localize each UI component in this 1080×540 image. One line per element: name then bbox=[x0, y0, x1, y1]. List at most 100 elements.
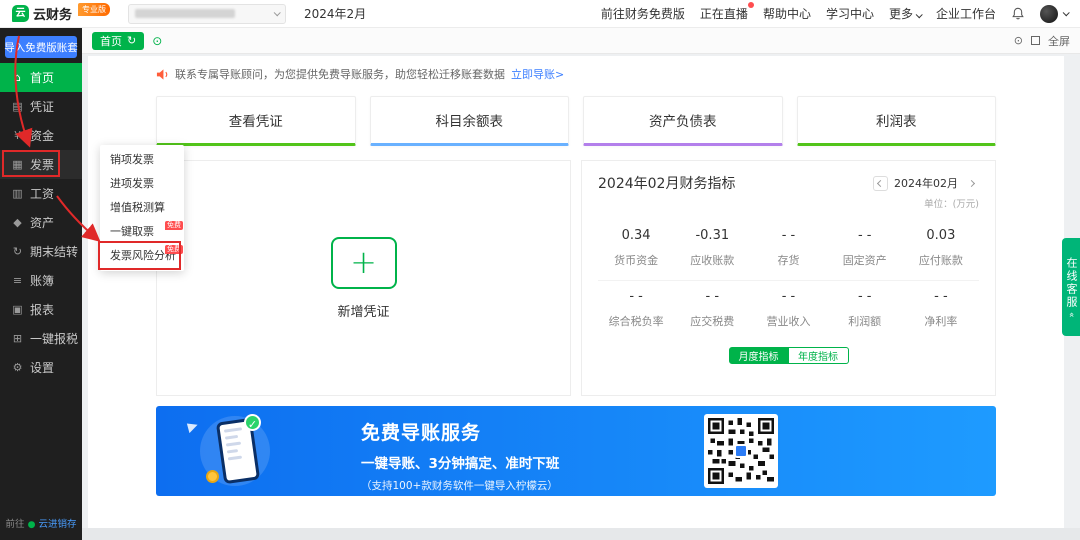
main-content: 联系专属导账顾问，为您提供免费导账服务，助您轻松迁移账套数据 立即导账> 查看凭… bbox=[88, 56, 1064, 528]
logo-text: 云财务 bbox=[33, 8, 73, 23]
metric-label: 综合税负率 bbox=[608, 315, 664, 328]
sidebar-item-tax-filing[interactable]: ⊞ 一键报税 bbox=[0, 324, 82, 353]
metric-label: 应收账款 bbox=[690, 254, 735, 267]
tab-home[interactable]: 首页 ↻ bbox=[92, 31, 145, 50]
fullscreen-icon[interactable] bbox=[1031, 36, 1040, 45]
nav-live[interactable]: 正在直播 bbox=[700, 2, 754, 22]
fullscreen-label[interactable]: 全屏 bbox=[1048, 33, 1070, 49]
assets-icon: ◆ bbox=[13, 216, 22, 229]
notice-bar: 联系专属导账顾问，为您提供免费导账服务，助您轻松迁移账套数据 立即导账> bbox=[156, 66, 996, 82]
edition-badge: 专业版 bbox=[78, 3, 111, 16]
menu-item-vat-calc[interactable]: 增值税测算 bbox=[100, 196, 184, 220]
card-trial-balance[interactable]: 科目余额表 bbox=[369, 96, 569, 146]
sidebar-item-assets[interactable]: ◆ 资产 bbox=[0, 208, 82, 237]
chevron-down-icon bbox=[1062, 9, 1070, 17]
quick-cards: 查看凭证 科目余额表 资产负债表 利润表 bbox=[156, 96, 996, 146]
sidebar-item-ledger[interactable]: ≡ 账簿 bbox=[0, 266, 82, 295]
check-icon: ✓ bbox=[244, 414, 261, 431]
refresh-icon[interactable]: ↻ bbox=[127, 34, 136, 47]
metric-value: 0.03 bbox=[926, 228, 956, 243]
sidebar: 导入免费版账套 ⌂ 首页 ▤ 凭证 ¥ 资金 ▦ 发票 ▥ 工资 ◆ 资产 ↻ … bbox=[0, 28, 82, 540]
toggle-monthly[interactable]: 月度指标 bbox=[728, 347, 789, 364]
sidebar-item-invoice[interactable]: ▦ 发票 bbox=[0, 150, 82, 179]
sidebar-item-label: 资产 bbox=[30, 216, 55, 230]
company-select[interactable] bbox=[128, 3, 287, 24]
metrics-row-2: - - 综合税负率 - - 应交税费 - - 营业收入 - - 利润额 - - 净利率 bbox=[598, 280, 979, 339]
period-label[interactable]: 2024年2月 bbox=[304, 5, 366, 22]
sidebar-item-reports[interactable]: ▣ 报表 bbox=[0, 295, 82, 324]
metrics-toggle: 月度指标 年度指标 bbox=[598, 347, 979, 364]
ledger-icon: ≡ bbox=[12, 274, 23, 287]
card-balance-sheet[interactable]: 资产负债表 bbox=[583, 96, 783, 146]
add-voucher-button[interactable]: + bbox=[330, 236, 397, 289]
metrics-period: 2024年02月 bbox=[894, 177, 958, 190]
chevron-down-icon bbox=[915, 11, 923, 19]
toggle-yearly[interactable]: 年度指标 bbox=[788, 347, 849, 364]
sidebar-item-settings[interactable]: ⚙ 设置 bbox=[0, 353, 82, 382]
card-view-vouchers[interactable]: 查看凭证 bbox=[156, 96, 356, 146]
tab-label: 首页 bbox=[100, 34, 122, 48]
avatar[interactable] bbox=[1040, 4, 1058, 23]
target-icon[interactable]: ⊙ bbox=[1014, 34, 1023, 47]
menu-item-invoice-risk-analysis[interactable]: 发票风险分析 免费 bbox=[100, 244, 184, 268]
banner-illustration: ✓ bbox=[182, 412, 312, 490]
sidebar-item-label: 首页 bbox=[30, 71, 55, 85]
nav-help-center[interactable]: 帮助中心 bbox=[763, 5, 811, 22]
logo: 云 云财务 专业版 bbox=[12, 3, 111, 23]
sidebar-item-funds[interactable]: ¥ 资金 bbox=[0, 121, 82, 150]
nav-more[interactable]: 更多 bbox=[889, 5, 923, 22]
metric-label: 营业收入 bbox=[766, 315, 811, 328]
import-free-account-button[interactable]: 导入免费版账套 bbox=[4, 36, 78, 58]
metric-value: - - bbox=[781, 228, 796, 243]
add-voucher-label: 新增凭证 bbox=[337, 304, 390, 320]
invoice-icon: ▦ bbox=[12, 158, 23, 171]
promo-banner[interactable]: ✓ 免费导账服务 一键导账、3分钟搞定、准时下班 （支持100+款财务软件一键导… bbox=[156, 406, 996, 496]
sidebar-item-period-closing[interactable]: ↻ 期末结转 bbox=[0, 237, 82, 266]
funds-icon: ¥ bbox=[14, 129, 21, 142]
metric-value: - - bbox=[781, 289, 796, 304]
sidebar-item-home[interactable]: ⌂ 首页 bbox=[0, 63, 82, 92]
notice-text: 联系专属导账顾问，为您提供免费导账服务，助您轻松迁移账套数据 bbox=[175, 68, 505, 81]
metric-label: 存货 bbox=[777, 254, 800, 267]
banner-subtitle: 一键导账、3分钟搞定、准时下班 bbox=[361, 456, 560, 472]
salary-icon: ▥ bbox=[12, 187, 23, 200]
paper-plane-icon bbox=[186, 420, 200, 434]
metric-label: 利润额 bbox=[848, 315, 882, 328]
reports-icon: ▣ bbox=[12, 303, 23, 316]
financial-metrics-panel: 2024年02月财务指标 2024年02月 单位：(万元) 0.34 货币资金 -… bbox=[581, 160, 996, 396]
tax-icon: ⊞ bbox=[12, 332, 23, 345]
bell-icon[interactable] bbox=[1011, 7, 1025, 21]
sidebar-item-label: 期末结转 bbox=[30, 245, 79, 259]
collapse-icon: « bbox=[1066, 311, 1076, 318]
sidebar-item-label: 资金 bbox=[30, 129, 55, 143]
goto-inventory-link[interactable]: 前往 ● 云进销存 bbox=[0, 516, 82, 530]
prev-month-button[interactable] bbox=[873, 175, 888, 191]
metrics-unit: 单位：(万元) bbox=[924, 199, 979, 210]
sidebar-item-label: 一键报税 bbox=[30, 332, 79, 346]
metric-label: 应交税费 bbox=[690, 315, 735, 328]
menu-item-sales-invoice[interactable]: 销项发票 bbox=[100, 148, 184, 172]
company-name-redacted bbox=[135, 9, 236, 18]
footer-link-label: 云进销存 bbox=[38, 519, 77, 530]
sidebar-item-label: 凭证 bbox=[30, 100, 55, 114]
card-income-statement[interactable]: 利润表 bbox=[796, 96, 996, 146]
user-menu[interactable] bbox=[1040, 4, 1070, 23]
new-voucher-panel: + 新增凭证 bbox=[156, 160, 571, 396]
menu-item-purchase-invoice[interactable]: 进项发票 bbox=[100, 172, 184, 196]
online-service-tab[interactable]: 在线客服 « bbox=[1062, 238, 1080, 336]
sidebar-item-label: 账簿 bbox=[30, 274, 55, 288]
menu-item-one-click-fetch[interactable]: 一键取票 免费 bbox=[100, 220, 184, 244]
next-month-button[interactable] bbox=[964, 176, 979, 191]
metric-value: - - bbox=[629, 289, 643, 304]
sidebar-item-voucher[interactable]: ▤ 凭证 bbox=[0, 92, 82, 121]
sidebar-item-salary[interactable]: ▥ 工资 bbox=[0, 179, 82, 208]
free-badge: 免费 bbox=[165, 221, 183, 230]
nav-free-version[interactable]: 前往财务免费版 bbox=[601, 5, 685, 22]
nav-learn-center[interactable]: 学习中心 bbox=[826, 5, 874, 22]
speaker-icon bbox=[156, 68, 168, 80]
nav-workbench[interactable]: 企业工作台 bbox=[936, 5, 996, 22]
metric-label: 应付账款 bbox=[918, 254, 963, 267]
store-icon: ● bbox=[27, 520, 36, 530]
notice-link[interactable]: 立即导账> bbox=[511, 66, 564, 82]
metric-label: 净利率 bbox=[924, 315, 958, 328]
